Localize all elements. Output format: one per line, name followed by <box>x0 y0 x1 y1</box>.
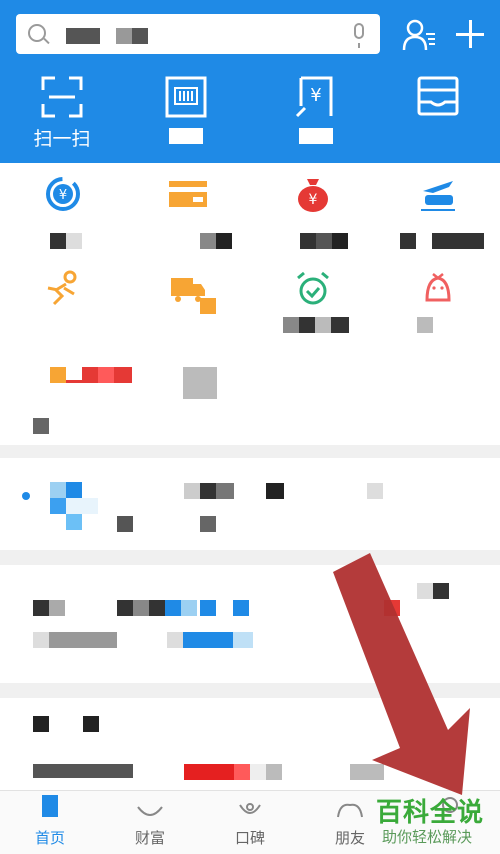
content-card[interactable] <box>0 698 500 790</box>
tab-home[interactable]: 首页 <box>0 791 100 854</box>
service-item[interactable] <box>125 163 250 253</box>
search-placeholder-mosaic <box>132 28 148 44</box>
tab-wealth[interactable]: 财富 <box>100 791 200 854</box>
quick-action-receipt[interactable]: ¥ <box>256 76 376 144</box>
watermark-title: 百科全说 <box>376 798 485 828</box>
quick-action-barcode[interactable] <box>126 76 246 144</box>
scan-icon <box>41 76 83 118</box>
watermark: 百科全说 助你轻松解决 <box>368 792 500 852</box>
app-header: 扫一扫 ¥ <box>0 0 500 166</box>
card-icon <box>169 181 207 207</box>
service-item[interactable] <box>0 353 132 443</box>
koubei-icon <box>239 803 261 814</box>
home-icon <box>42 795 58 817</box>
quick-action-label: 扫一扫 <box>33 128 91 150</box>
plus-icon[interactable] <box>454 18 486 50</box>
search-placeholder-mosaic <box>116 28 132 44</box>
service-item[interactable] <box>0 258 125 348</box>
wealth-icon <box>137 806 163 816</box>
content-card[interactable] <box>0 458 500 550</box>
services-grid: ¥ ¥ <box>0 163 500 445</box>
svg-text:¥: ¥ <box>310 85 321 106</box>
svg-text:¥: ¥ <box>309 192 318 208</box>
service-item[interactable] <box>250 258 375 348</box>
service-item[interactable] <box>125 258 250 348</box>
loading-dot <box>22 492 30 500</box>
friends-icon <box>337 803 363 818</box>
quick-action-label-mosaic <box>299 128 333 144</box>
service-item[interactable] <box>375 163 500 253</box>
money-bag-icon: ¥ <box>298 179 328 212</box>
tab-label: 首页 <box>34 829 65 847</box>
alarm-clock-icon <box>297 271 329 305</box>
search-bar[interactable] <box>16 14 380 54</box>
search-icon <box>28 24 46 42</box>
tab-koubei[interactable]: 口碑 <box>200 791 300 854</box>
plane-train-icon <box>421 181 455 211</box>
yuan-refresh-icon: ¥ <box>46 177 80 211</box>
service-item[interactable]: ¥ <box>250 163 375 253</box>
microphone-icon[interactable] <box>354 23 364 48</box>
receipt-yuan-icon: ¥ <box>295 76 333 118</box>
quick-action-cards[interactable] <box>378 76 498 118</box>
quick-action-scan[interactable]: 扫一扫 <box>2 76 122 151</box>
service-item[interactable] <box>375 258 500 348</box>
card-wallet-icon <box>417 76 459 116</box>
service-item[interactable]: ¥ <box>0 163 125 253</box>
barcode-icon <box>165 76 207 118</box>
service-item[interactable] <box>125 353 250 443</box>
svg-text:¥: ¥ <box>59 188 67 203</box>
tab-label: 财富 <box>134 829 165 847</box>
tab-label: 口碑 <box>234 829 265 847</box>
quick-action-label-mosaic <box>169 128 203 144</box>
watermark-subtitle: 助你轻松解决 <box>382 828 473 846</box>
runner-icon <box>47 270 77 306</box>
search-placeholder-mosaic <box>66 28 100 44</box>
content-card[interactable] <box>0 565 500 683</box>
bird-icon <box>425 273 451 302</box>
contacts-icon[interactable] <box>402 18 436 52</box>
